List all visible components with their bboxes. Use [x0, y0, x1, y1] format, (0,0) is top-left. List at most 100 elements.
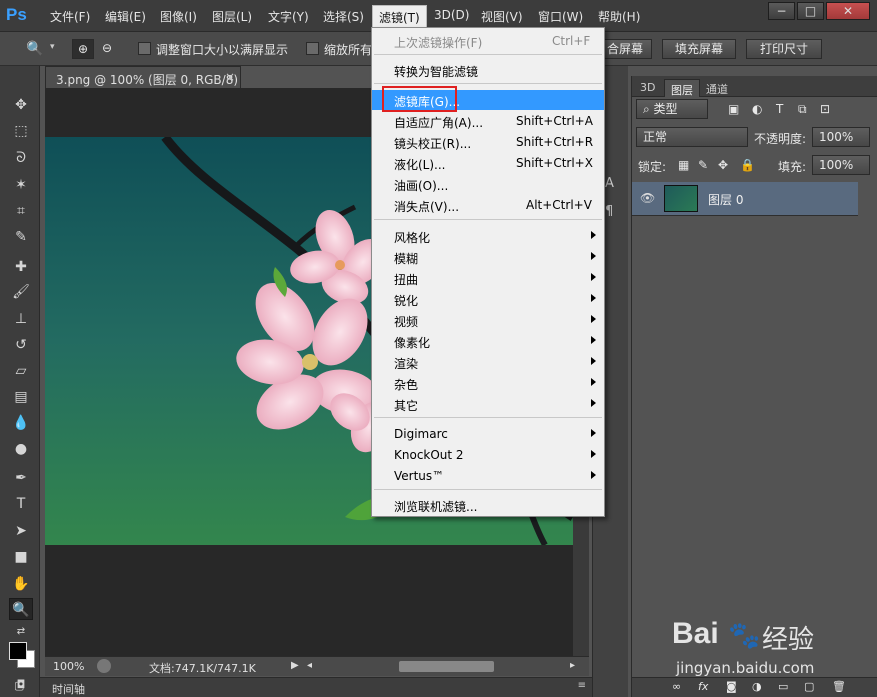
scroll-left-arrow-icon[interactable]: ◂: [307, 660, 312, 671]
fill-screen-button[interactable]: 填充屏幕: [662, 39, 736, 59]
pixel-filter-icon[interactable]: ▣: [728, 102, 739, 116]
menu-item-digimarc[interactable]: Digimarc: [372, 424, 604, 444]
move-tool-icon[interactable]: ✥: [9, 94, 33, 116]
opacity-input[interactable]: 100%: [812, 127, 870, 147]
submenu-arrow-icon: [591, 450, 596, 458]
menu-type[interactable]: 文字(Y): [268, 8, 309, 25]
menu-item-liquify[interactable]: 液化(L)... Shift+Ctrl+X: [372, 153, 604, 173]
menu-item-render[interactable]: 渲染: [372, 352, 604, 372]
path-selection-tool-icon[interactable]: ➤: [9, 520, 33, 542]
shape-filter-icon[interactable]: ⧉: [798, 102, 807, 117]
lock-image-icon[interactable]: ✎: [698, 158, 708, 172]
tab-channels[interactable]: 通道: [700, 79, 734, 97]
timeline-toggle-icon[interactable]: ▢: [14, 679, 24, 692]
zoom-in-icon[interactable]: ⊕: [72, 39, 94, 59]
tab-layers[interactable]: 图层: [664, 79, 700, 97]
eyedropper-tool-icon[interactable]: ✎: [9, 226, 33, 248]
lock-all-icon[interactable]: 🔒: [740, 158, 755, 172]
shape-tool-icon[interactable]: ■: [9, 546, 33, 568]
blur-tool-icon[interactable]: 💧: [9, 412, 33, 434]
panel-menu-icon[interactable]: ≡: [578, 680, 586, 691]
tab-3d[interactable]: 3D: [634, 79, 661, 97]
menu-item-adaptive-wide-angle[interactable]: 自适应广角(A)... Shift+Ctrl+A: [372, 111, 604, 131]
menu-file[interactable]: 文件(F): [50, 8, 90, 25]
horizontal-scrollbar-thumb[interactable]: [399, 661, 494, 672]
close-window-button[interactable]: ✕: [826, 2, 870, 20]
scroll-right-arrow-icon[interactable]: ▸: [570, 660, 575, 671]
menu-item-convert-smart-filter[interactable]: 转换为智能滤镜: [372, 60, 604, 80]
visibility-eye-icon[interactable]: 👁: [640, 191, 655, 205]
gradient-tool-icon[interactable]: ▤: [9, 386, 33, 408]
pen-tool-icon[interactable]: ✒: [9, 467, 33, 489]
foreground-color-swatch[interactable]: [9, 642, 27, 660]
menu-window[interactable]: 窗口(W): [538, 8, 583, 25]
menu-item-distort[interactable]: 扭曲: [372, 268, 604, 288]
menu-item-filter-gallery[interactable]: 滤镜库(G)...: [372, 90, 604, 110]
menu-item-oil-paint[interactable]: 油画(O)...: [372, 174, 604, 194]
menu-select[interactable]: 选择(S): [323, 8, 364, 25]
minimize-button[interactable]: −: [768, 2, 795, 20]
menu-help[interactable]: 帮助(H): [598, 8, 640, 25]
menu-item-lens-correction[interactable]: 镜头校正(R)... Shift+Ctrl+R: [372, 132, 604, 152]
lasso-tool-icon[interactable]: ᘐ: [9, 147, 33, 169]
adjustment-filter-icon[interactable]: ◐: [752, 102, 762, 116]
healing-brush-tool-icon[interactable]: ✚: [9, 256, 33, 278]
menu-item-sharpen[interactable]: 锐化: [372, 289, 604, 309]
menu-item-other[interactable]: 其它: [372, 394, 604, 414]
brush-tool-icon[interactable]: 🖌: [9, 281, 33, 303]
menu-edit[interactable]: 编辑(E): [105, 8, 146, 25]
layer-name[interactable]: 图层 0: [708, 191, 743, 208]
layer-row[interactable]: 👁 图层 0: [632, 182, 858, 216]
chevron-down-icon[interactable]: ▾: [50, 42, 55, 52]
swap-colors-icon[interactable]: ⇄: [9, 621, 33, 643]
menu-item-noise[interactable]: 杂色: [372, 373, 604, 393]
hand-tool-icon[interactable]: ✋: [9, 573, 33, 595]
paragraph-panel-icon[interactable]: ¶: [605, 204, 613, 219]
menu-item-browse-online-filters[interactable]: 浏览联机滤镜...: [372, 495, 604, 515]
zoom-out-icon[interactable]: ⊖: [96, 39, 118, 59]
zoom-tool-icon[interactable]: 🔍: [9, 598, 33, 620]
zoom-all-checkbox[interactable]: [306, 42, 319, 55]
menu-item-stylize[interactable]: 风格化: [372, 226, 604, 246]
eraser-tool-icon[interactable]: ▱: [9, 360, 33, 382]
resize-window-checkbox[interactable]: [138, 42, 151, 55]
zoom-tool-preset-icon[interactable]: 🔍: [24, 38, 46, 60]
status-info-icon[interactable]: [97, 659, 111, 673]
menu-item-pixelate[interactable]: 像素化: [372, 331, 604, 351]
magic-wand-tool-icon[interactable]: ✶: [9, 174, 33, 196]
clone-stamp-tool-icon[interactable]: ⊥: [9, 308, 33, 330]
dodge-tool-icon[interactable]: ●: [9, 438, 33, 460]
close-document-icon[interactable]: ×: [225, 70, 235, 84]
marquee-tool-icon[interactable]: ⬚: [9, 120, 33, 142]
type-tool-icon[interactable]: T: [9, 493, 33, 515]
document-tab-title: 3.png @ 100% (图层 0, RGB/8): [56, 73, 239, 87]
zoom-level[interactable]: 100%: [53, 660, 84, 673]
submenu-arrow-icon: [591, 315, 596, 323]
character-panel-icon[interactable]: A: [605, 176, 614, 191]
menu-3d[interactable]: 3D(D): [434, 8, 469, 22]
menu-view[interactable]: 视图(V): [481, 8, 523, 25]
crop-tool-icon[interactable]: ⌗: [9, 200, 33, 222]
menu-item-video[interactable]: 视频: [372, 310, 604, 330]
menu-layer[interactable]: 图层(L): [212, 8, 252, 25]
menu-item-blur[interactable]: 模糊: [372, 247, 604, 267]
maximize-button[interactable]: □: [797, 2, 824, 20]
layer-filter-dropdown[interactable]: ⌕ 类型: [636, 99, 708, 119]
smart-object-filter-icon[interactable]: ⊡: [820, 102, 830, 116]
history-brush-tool-icon[interactable]: ↺: [9, 334, 33, 356]
menu-image[interactable]: 图像(I): [160, 8, 197, 25]
fill-screen-partial-button[interactable]: 合屏幕: [598, 39, 652, 59]
menu-item-vanishing-point[interactable]: 消失点(V)... Alt+Ctrl+V: [372, 195, 604, 215]
menu-filter[interactable]: 滤镜(T): [372, 5, 427, 27]
fill-input[interactable]: 100%: [812, 155, 870, 175]
timeline-panel[interactable]: 时间轴 ≡: [40, 677, 592, 697]
document-tab[interactable]: 3.png @ 100% (图层 0, RGB/8) ×: [45, 66, 241, 88]
lock-position-icon[interactable]: ✥: [718, 158, 728, 172]
print-size-button[interactable]: 打印尺寸: [746, 39, 822, 59]
status-menu-arrow-icon[interactable]: ▶: [291, 660, 299, 671]
lock-transparency-icon[interactable]: ▦: [678, 158, 689, 172]
blend-mode-dropdown[interactable]: 正常: [636, 127, 748, 147]
menu-item-vertus[interactable]: Vertus™: [372, 466, 604, 486]
menu-item-knockout[interactable]: KnockOut 2: [372, 445, 604, 465]
type-filter-icon[interactable]: T: [776, 102, 783, 116]
